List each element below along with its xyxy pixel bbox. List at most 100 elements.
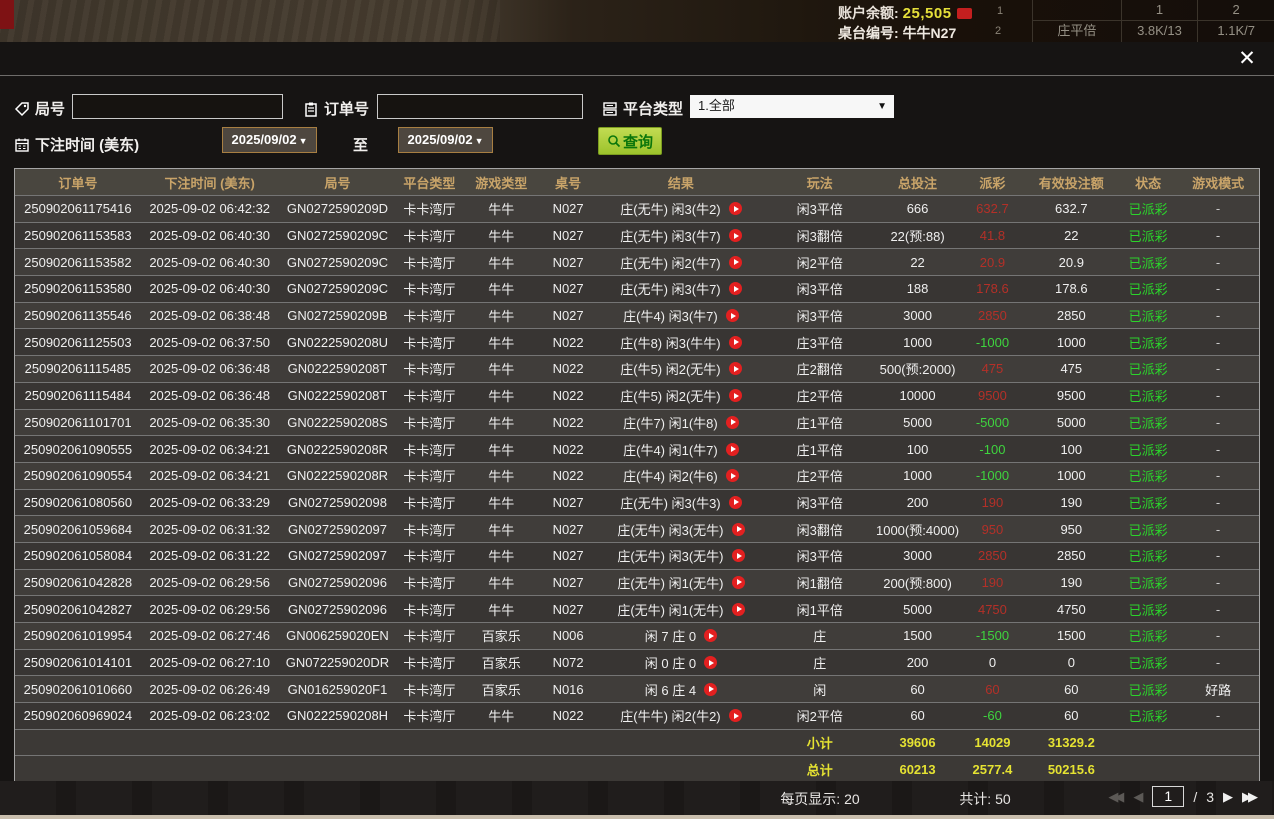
replay-button[interactable] [729,256,742,269]
cell-game-mode: - [1177,415,1259,430]
cell-payout: -1000 [961,468,1023,483]
header-payout: 派彩 [961,173,1023,192]
date-to-picker[interactable]: 2025/09/02▼ [398,127,493,153]
cell-total-bet: 22 [874,255,962,270]
platform-type-select[interactable]: 1.全部 ▼ [690,95,894,118]
cell-game-mode: - [1177,201,1259,216]
cell-platform-type: 卡卡湾厅 [396,493,462,512]
cell-valid-bet: 100 [1023,442,1119,457]
cell-status: 已派彩 [1119,626,1177,645]
header-valid-bet: 有效投注额 [1023,173,1119,192]
clipboard-icon [303,101,319,117]
cell-result: 庄(无牛) 闲3(牛7) [596,279,766,298]
order-no-input[interactable] [377,94,583,119]
close-icon[interactable]: ✕ [1234,46,1260,72]
cell-play-style: 闲2平倍 [766,706,874,725]
round-no-label-group: 局号 [14,98,65,119]
subtotal-row-payout: 14029 [961,735,1023,750]
platform-type-label-group: 平台类型 [602,98,683,119]
replay-button[interactable] [729,202,742,215]
wall-texture [0,0,500,42]
replay-button[interactable] [732,603,745,616]
replay-button[interactable] [726,443,739,456]
replay-button[interactable] [726,469,739,482]
cell-game-mode: - [1177,281,1259,296]
cell-platform-type: 卡卡湾厅 [396,386,462,405]
query-button[interactable]: 查询 [598,127,662,155]
replay-button[interactable] [729,496,742,509]
replay-button[interactable] [729,709,742,722]
replay-button[interactable] [732,523,745,536]
table-row: 2509020610199542025-09-02 06:27:46GN0062… [15,622,1259,649]
cell-game-type: 牛牛 [462,466,540,485]
table-row: 2509020611154852025-09-02 06:36:48GN0222… [15,355,1259,382]
result-text: 闲 0 庄 0 [645,653,696,672]
next-page-icon[interactable]: ▶ [1223,789,1233,805]
page-input[interactable]: 1 [1152,786,1184,807]
replay-button[interactable] [729,336,742,349]
first-page-icon[interactable]: ◀◀ [1108,789,1124,805]
cell-play-style: 庄2翻倍 [766,359,874,378]
cell-play-style: 闲1平倍 [766,600,874,619]
cell-order-no: 250902061058084 [15,548,141,563]
cell-round-no: GN02725902096 [279,602,397,617]
cell-valid-bet: 178.6 [1023,281,1119,296]
replay-button[interactable] [732,549,745,562]
cell-table-no: N022 [540,708,596,723]
cell-round-no: GN0222590208R [279,468,397,483]
cell-table-no: N027 [540,201,596,216]
cell-result: 庄(牛牛) 闲2(牛2) [596,706,766,725]
cell-bet-time: 2025-09-02 06:31:22 [141,548,279,563]
cell-round-no: GN02725902098 [279,495,397,510]
cell-valid-bet: 2850 [1023,548,1119,563]
replay-button[interactable] [729,282,742,295]
replay-button[interactable] [726,416,739,429]
replay-button[interactable] [704,683,717,696]
last-page-icon[interactable]: ▶▶ [1242,789,1258,805]
header-game-mode: 游戏模式 [1177,173,1259,192]
cell-game-mode: - [1177,361,1259,376]
cell-order-no: 250902061115485 [15,361,141,376]
cell-round-no: GN0222590208T [279,388,397,403]
replay-button[interactable] [729,229,742,242]
cell-game-type: 牛牛 [462,440,540,459]
replay-button[interactable] [704,629,717,642]
table-row: 2509020611535802025-09-02 06:40:30GN0272… [15,275,1259,302]
replay-button[interactable] [729,362,742,375]
odds-row-label: 庄平倍 [1033,21,1121,42]
cell-bet-time: 2025-09-02 06:40:30 [141,228,279,243]
cell-play-style: 闲3平倍 [766,199,874,218]
date-from-picker[interactable]: 2025/09/02▼ [222,127,317,153]
cell-platform-type: 卡卡湾厅 [396,226,462,245]
road-num-1: 1 [997,5,1003,17]
cell-table-no: N027 [540,575,596,590]
cell-valid-bet: 2850 [1023,308,1119,323]
round-no-input[interactable] [72,94,283,119]
dialog-titlebar: ✕ [0,42,1274,76]
cell-result: 庄(无牛) 闲2(牛7) [596,253,766,272]
table-number-label: 桌台编号: [838,25,899,41]
odds-value-1: 3.8K/13 [1121,21,1198,42]
cell-status: 已派彩 [1119,279,1177,298]
replay-button[interactable] [726,309,739,322]
cell-bet-time: 2025-09-02 06:36:48 [141,388,279,403]
cell-valid-bet: 60 [1023,708,1119,723]
header-result: 结果 [596,173,766,192]
table-row: 2509020610106602025-09-02 06:26:49GN0162… [15,675,1259,702]
replay-button[interactable] [704,656,717,669]
cell-platform-type: 卡卡湾厅 [396,466,462,485]
cell-platform-type: 卡卡湾厅 [396,680,462,699]
replay-button[interactable] [732,576,745,589]
cell-bet-time: 2025-09-02 06:29:56 [141,602,279,617]
cell-payout: 20.9 [961,255,1023,270]
cell-payout: -100 [961,442,1023,457]
replay-button[interactable] [729,389,742,402]
prev-page-icon[interactable]: ◀ [1133,789,1143,805]
cell-platform-type: 卡卡湾厅 [396,520,462,539]
cell-payout: 178.6 [961,281,1023,296]
cell-order-no: 250902061153583 [15,228,141,243]
cell-payout: 475 [961,361,1023,376]
cell-payout: -60 [961,708,1023,723]
cell-valid-bet: 4750 [1023,602,1119,617]
pagination: ◀◀ ◀ 1 / 3 ▶ ▶▶ [1108,786,1258,807]
